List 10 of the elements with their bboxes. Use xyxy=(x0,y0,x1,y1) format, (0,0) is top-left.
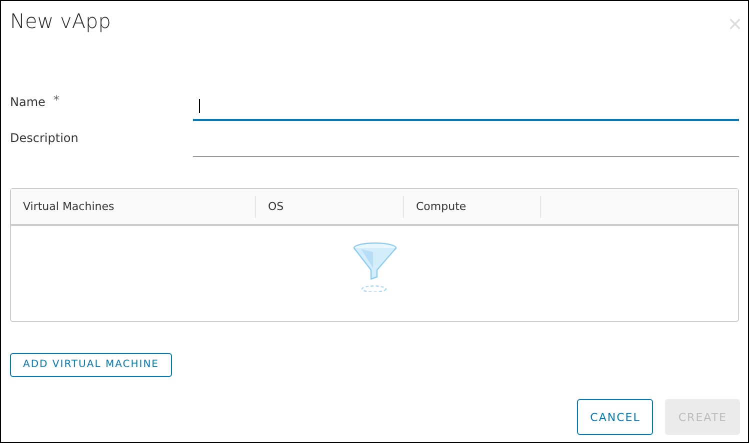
field-label: Name xyxy=(10,95,46,111)
required-mark: * xyxy=(53,93,60,109)
dialog-title: New vApp xyxy=(10,9,111,33)
column-header[interactable]: Compute xyxy=(404,196,541,218)
field-label: Description xyxy=(10,131,78,147)
column-header[interactable]: Virtual Machines xyxy=(11,196,256,218)
text-cursor xyxy=(199,99,200,113)
dialog-button[interactable]: CANCEL xyxy=(577,399,654,435)
column-header[interactable]: OS xyxy=(256,196,404,218)
add-virtual-machine-button[interactable]: ADD VIRTUAL MACHINE xyxy=(10,352,172,376)
